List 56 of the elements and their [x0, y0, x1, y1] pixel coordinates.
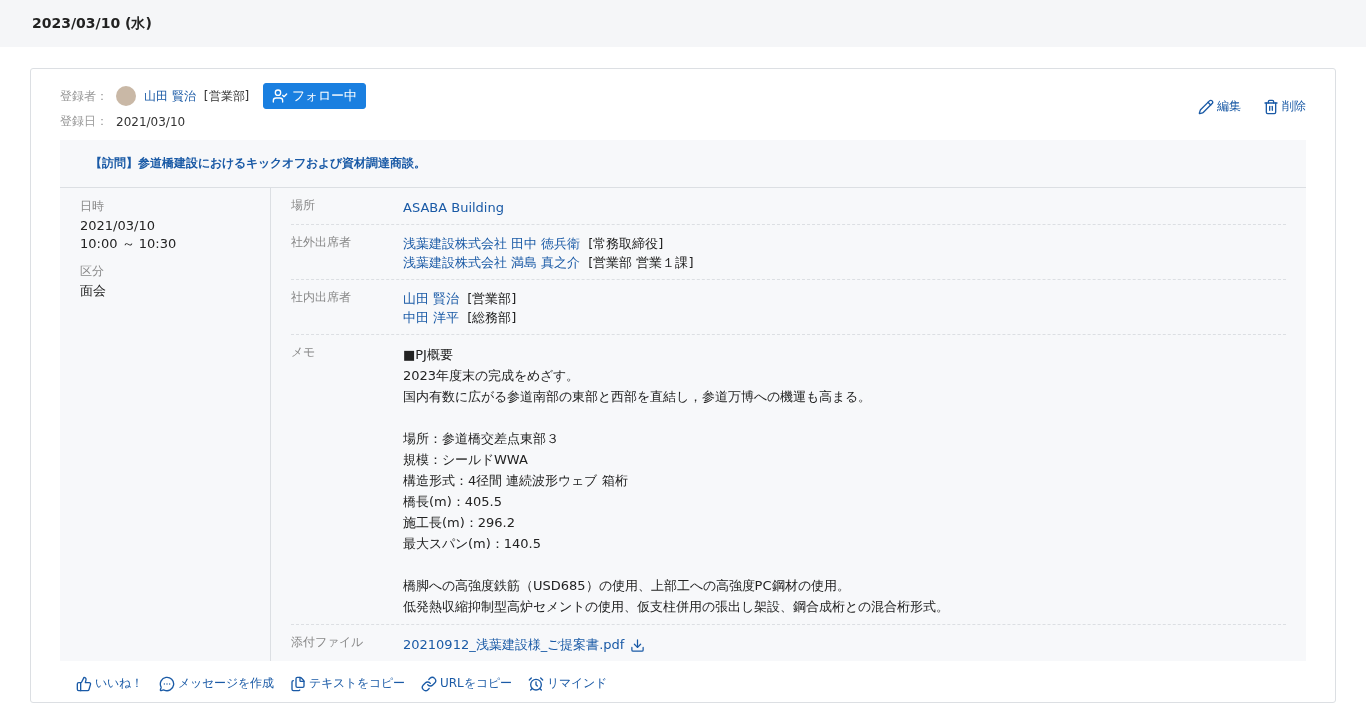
documents-icon: [290, 675, 306, 692]
field-value: 2021/03/10: [80, 217, 156, 235]
copy-text-button[interactable]: テキストをコピー: [290, 675, 405, 692]
memo-text: 橋脚への高強度鉄筋（USD685）の使用、上部工への高強度PC鋼材の使用。: [403, 577, 851, 595]
memo-text: 最大スパン(m)：140.5: [403, 535, 543, 553]
like-button[interactable]: いいね！: [76, 675, 143, 692]
attendee-link[interactable]: 浅葉建設株式会社 満島 真之介: [403, 253, 581, 272]
attendee-link[interactable]: 中田 洋平: [403, 308, 460, 327]
registered-date-label: 登録日：: [60, 113, 108, 130]
location-link[interactable]: ASABA Building: [403, 199, 504, 217]
date-heading: 2023/03/10 (水): [32, 14, 152, 33]
registered-date: 2021/03/10: [116, 114, 186, 129]
memo-text: 場所：参道橋交差点東部３: [403, 430, 560, 448]
attendee-role: [営業部 営業１課]: [588, 254, 694, 272]
copy-url-button[interactable]: URLをコピー: [421, 675, 512, 692]
pencil-icon: [1198, 98, 1214, 115]
thumbs-up-icon: [76, 675, 92, 692]
message-button[interactable]: メッセージを作成: [159, 675, 274, 692]
delete-button[interactable]: 削除: [1263, 98, 1306, 115]
field-label: メモ: [291, 344, 316, 361]
alarm-clock-icon: [527, 675, 544, 692]
memo-text: 規模：シールドWWA: [403, 451, 529, 469]
field-value: 面会: [80, 282, 107, 300]
registrant-department: [営業部]: [203, 87, 250, 105]
follow-button[interactable]: フォロー中: [263, 83, 367, 109]
record-title: 【訪問】参道橋建設におけるキックオフおよび資材調達商談。: [60, 140, 1306, 188]
attendee-role: [常務取締役]: [588, 235, 664, 253]
field-label: 添付ファイル: [291, 634, 364, 651]
memo-text: 2023年度末の完成をめざす。: [403, 367, 581, 385]
remind-button[interactable]: リマインド: [527, 675, 607, 692]
attendee-link[interactable]: 浅葉建設株式会社 田中 徳兵衛: [403, 234, 581, 253]
chat-bubble-icon: [159, 675, 175, 692]
field-label: 場所: [291, 197, 316, 214]
attendee-link[interactable]: 山田 賢治: [403, 289, 460, 308]
memo-text: 橋長(m)：405.5: [403, 493, 504, 511]
field-value: 10:00 ～ 10:30: [80, 235, 178, 253]
memo-text: ■PJ概要: [403, 346, 454, 364]
edit-button[interactable]: 編集: [1198, 98, 1241, 115]
attendee-role: [総務部]: [467, 309, 517, 327]
field-label: 社内出席者: [291, 289, 352, 306]
download-icon[interactable]: [630, 637, 646, 653]
link-icon: [421, 675, 437, 692]
memo-text: 低発熱収縮抑制型高炉セメントの使用、仮支柱併用の張出し架設、鋼合成桁との混合桁形式。: [403, 598, 950, 616]
attachment-link[interactable]: 20210912_浅葉建設様_ご提案書.pdf: [403, 636, 646, 654]
registrant-link[interactable]: 山田 賢治: [144, 87, 196, 105]
field-label: 社外出席者: [291, 234, 352, 251]
trash-icon: [1263, 98, 1279, 115]
user-check-icon: [272, 88, 289, 104]
registrant-label: 登録者：: [60, 87, 108, 105]
field-label: 日時: [80, 198, 105, 215]
field-label: 区分: [80, 263, 105, 280]
attendee-role: [営業部]: [467, 290, 517, 308]
memo-text: 施工長(m)：296.2: [403, 514, 517, 532]
avatar: [116, 86, 136, 106]
memo-text: 国内有数に広がる参道南部の東部と西部を直結し，参道万博への機運も高まる。: [403, 388, 872, 406]
memo-text: 構造形式：4径間 連続波形ウェブ 箱桁: [403, 472, 629, 490]
